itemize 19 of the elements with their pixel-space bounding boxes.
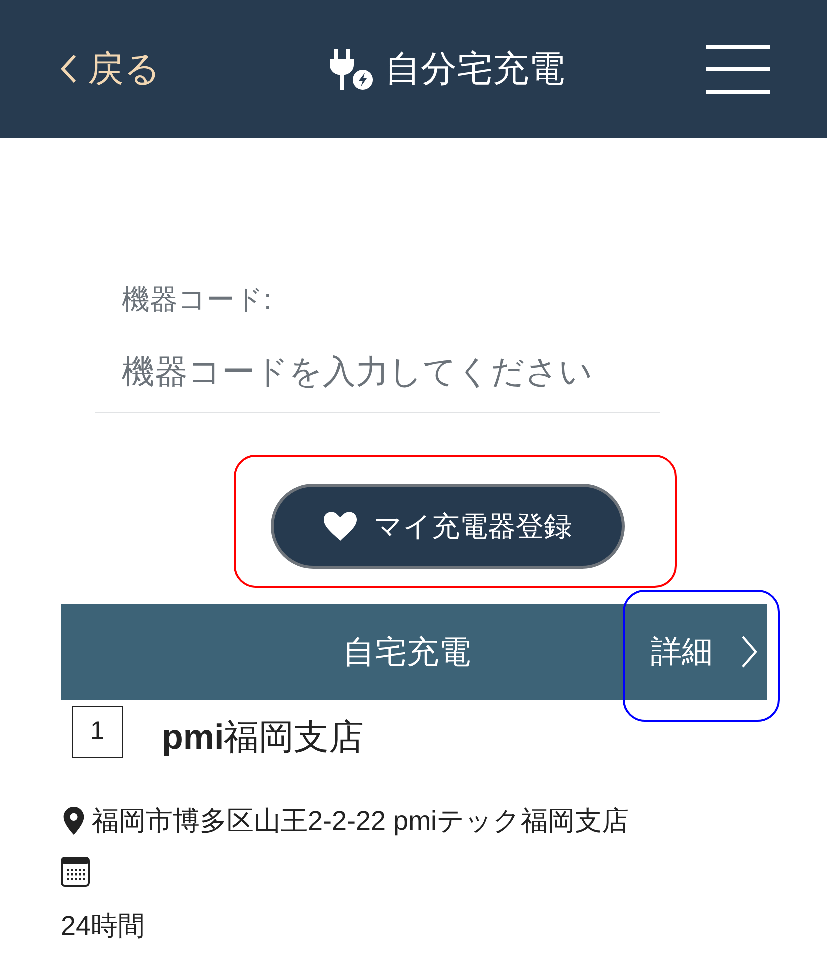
device-code-input-field[interactable]: 機器コードを入力してください xyxy=(95,332,660,413)
chevron-right-icon xyxy=(741,635,758,669)
register-charger-button[interactable]: マイ充電器登録 xyxy=(271,484,625,569)
station-hours: 24時間 xyxy=(61,910,146,943)
heart-icon xyxy=(324,512,357,541)
map-pin-icon xyxy=(62,807,86,835)
field-label: 機器コード: xyxy=(122,283,272,317)
menu-icon xyxy=(706,44,770,94)
station-address: 福岡市博多区山王2-2-22 pmiテック福岡支店 xyxy=(92,805,630,838)
section-title: 自宅充電 xyxy=(343,633,471,672)
chevron-left-icon xyxy=(60,54,78,84)
page-title: 自分宅充電 xyxy=(385,47,565,91)
plug-icon xyxy=(330,48,373,90)
detail-link[interactable]: 詳細 xyxy=(651,630,758,674)
calendar-icon xyxy=(61,857,90,887)
station-number: 1 xyxy=(72,706,123,758)
station-name: pmi福岡支店 xyxy=(162,718,364,758)
back-button[interactable]: 戻る xyxy=(60,47,161,91)
menu-button[interactable] xyxy=(706,44,770,94)
